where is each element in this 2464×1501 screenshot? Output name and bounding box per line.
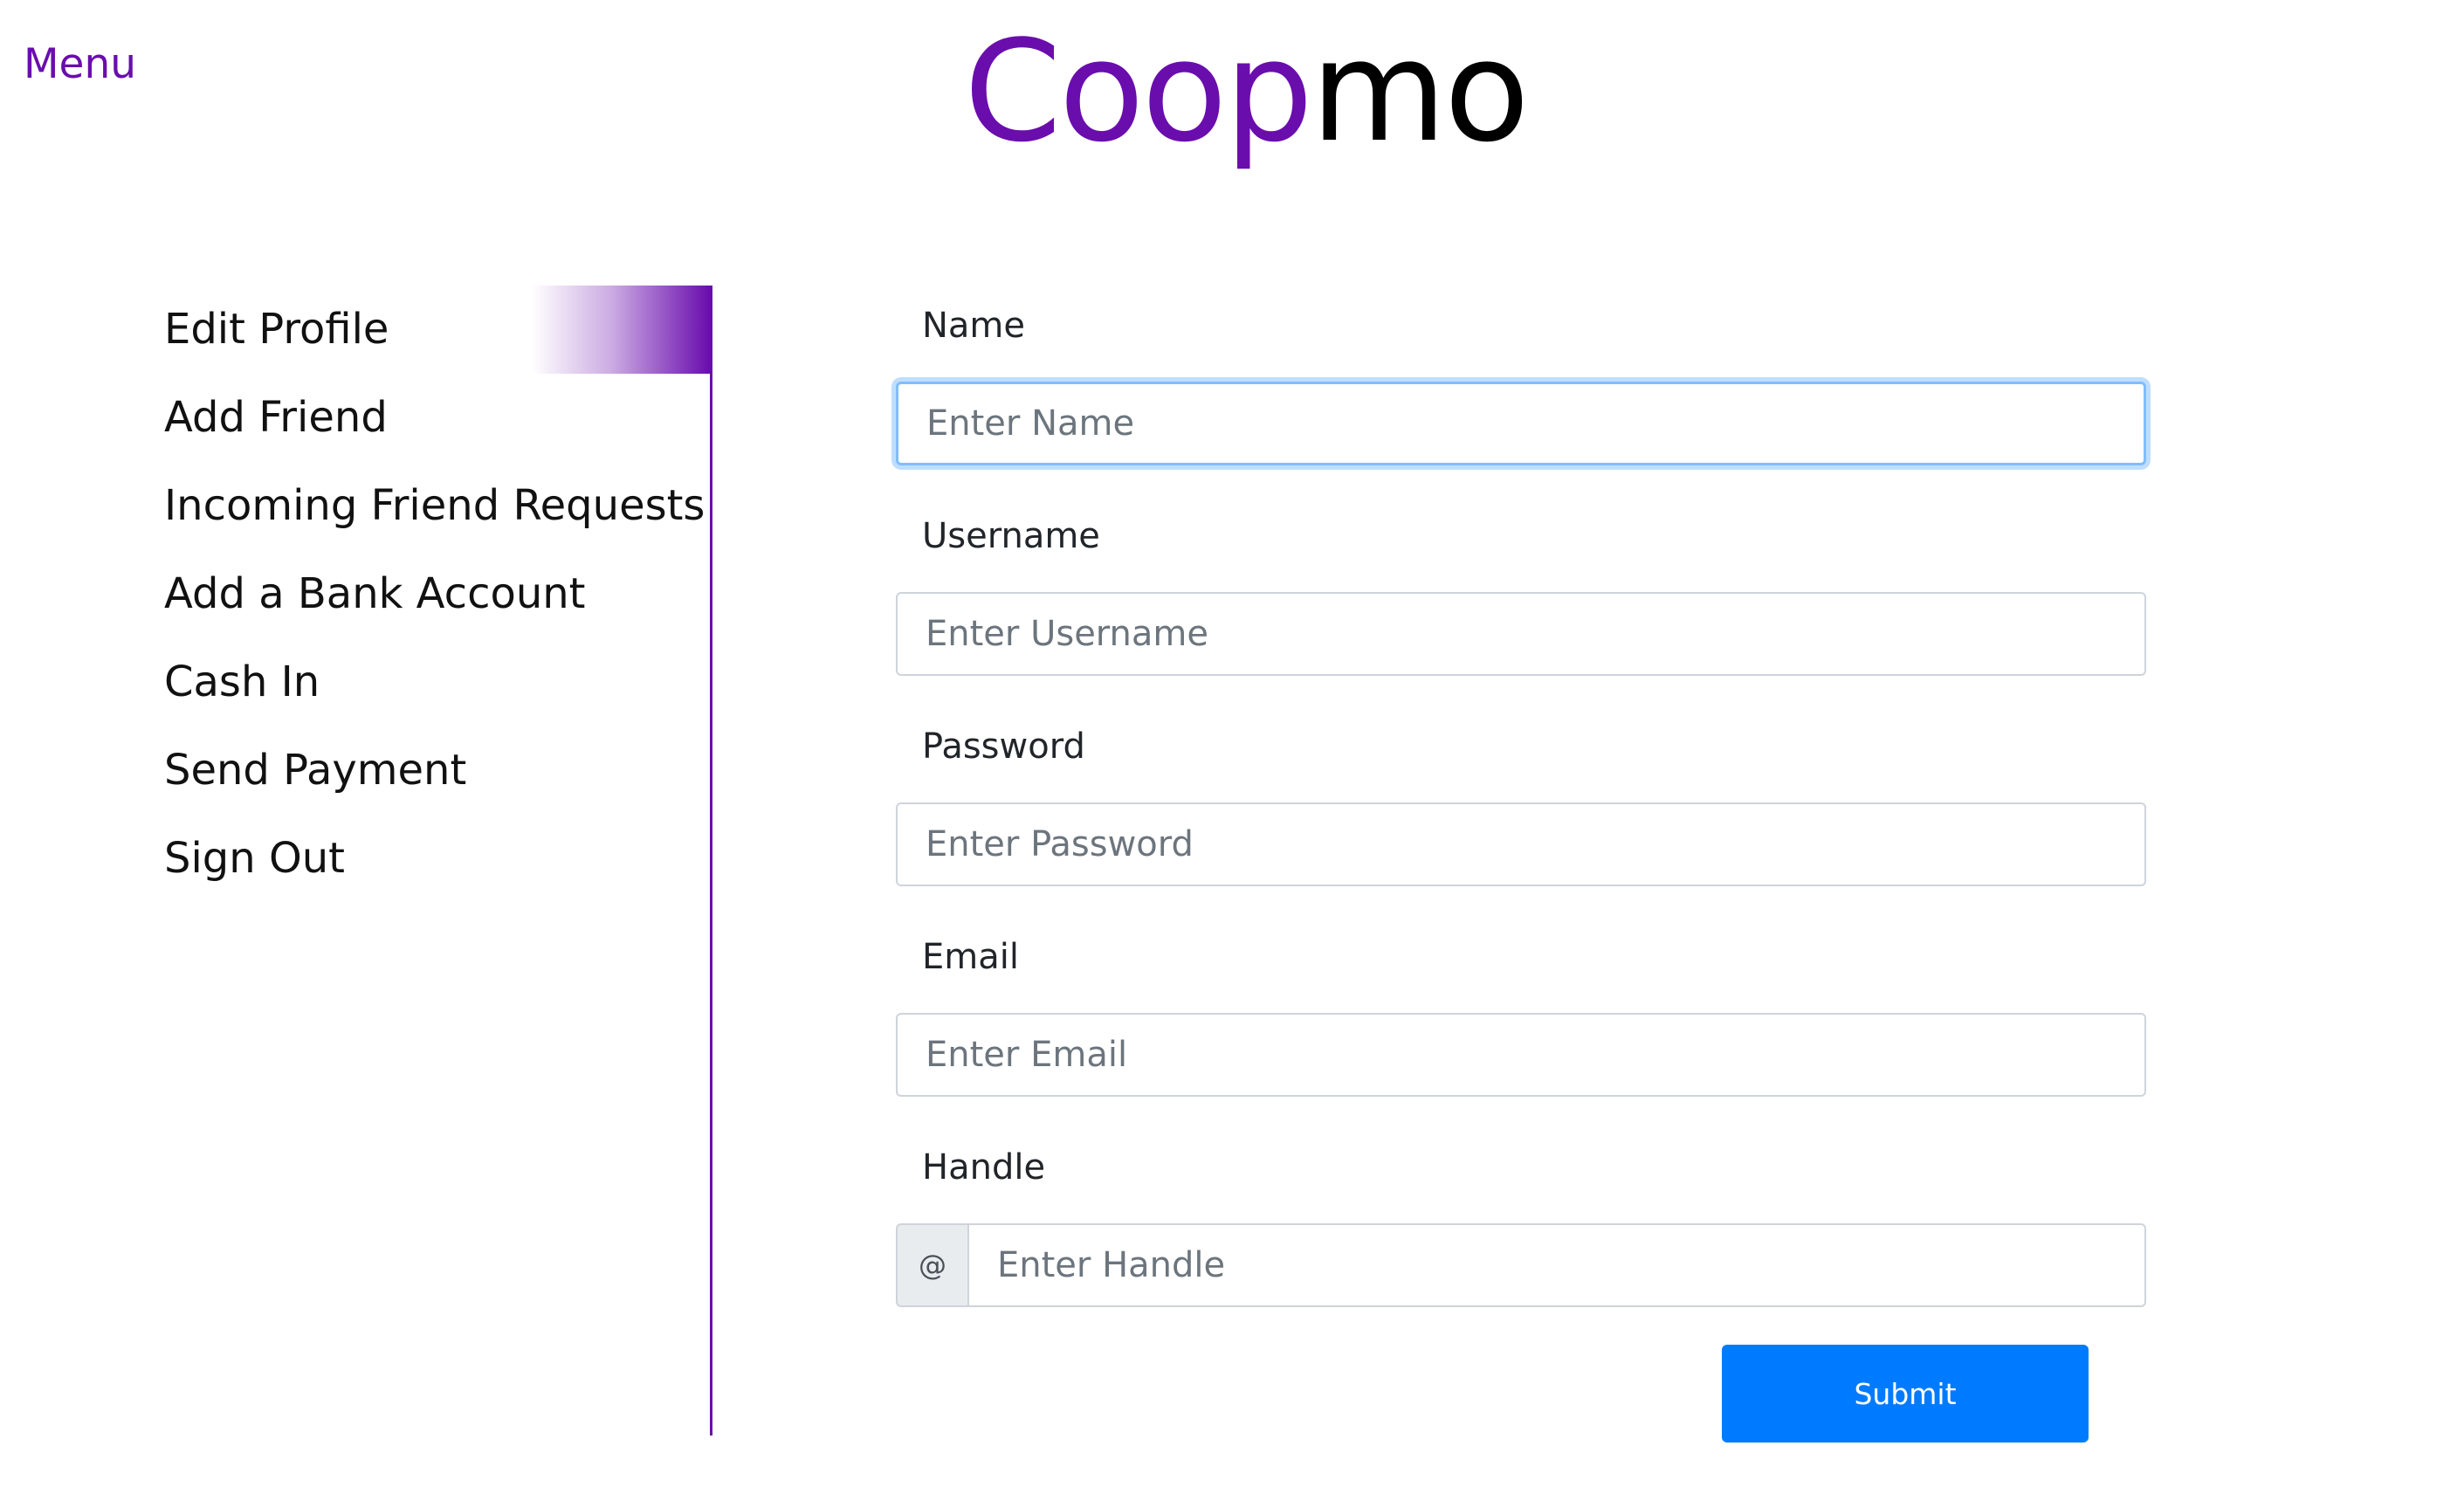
sidebar-item-incoming-friend-requests[interactable]: Incoming Friend Requests [164,462,705,550]
active-item-highlight [532,286,710,374]
menu-link[interactable]: Menu [24,38,136,91]
sidebar-nav: Edit Profile Add Friend Incoming Friend … [0,286,712,1436]
submit-button[interactable]: Submit [1722,1345,2089,1442]
name-label: Name [922,306,1026,346]
email-input[interactable] [896,1013,2146,1097]
handle-input[interactable] [967,1223,2146,1307]
password-input[interactable] [896,802,2146,886]
sidebar-item-cash-in[interactable]: Cash In [164,638,320,726]
logo-part-coop: Coop [964,10,1313,173]
at-sign-prefix: @ [896,1223,967,1307]
email-label: Email [922,937,1019,977]
username-input[interactable] [896,592,2146,676]
edit-profile-page: Menu Coopmo Edit Profile Add Friend Inco… [0,0,2464,1501]
sidebar-item-send-payment[interactable]: Send Payment [164,726,466,815]
sidebar-item-add-bank-account[interactable]: Add a Bank Account [164,550,585,638]
sidebar-item-add-friend[interactable]: Add Friend [164,374,388,462]
handle-input-group: @ [896,1223,2146,1307]
sidebar-item-sign-out[interactable]: Sign Out [164,815,345,903]
sidebar-item-edit-profile[interactable]: Edit Profile [164,286,389,374]
username-label: Username [922,516,1100,556]
name-input[interactable] [896,382,2146,465]
logo-part-mo: mo [1311,10,1530,173]
app-logo: Coopmo [964,9,1530,175]
handle-label: Handle [922,1147,1046,1188]
password-label: Password [922,726,1085,767]
